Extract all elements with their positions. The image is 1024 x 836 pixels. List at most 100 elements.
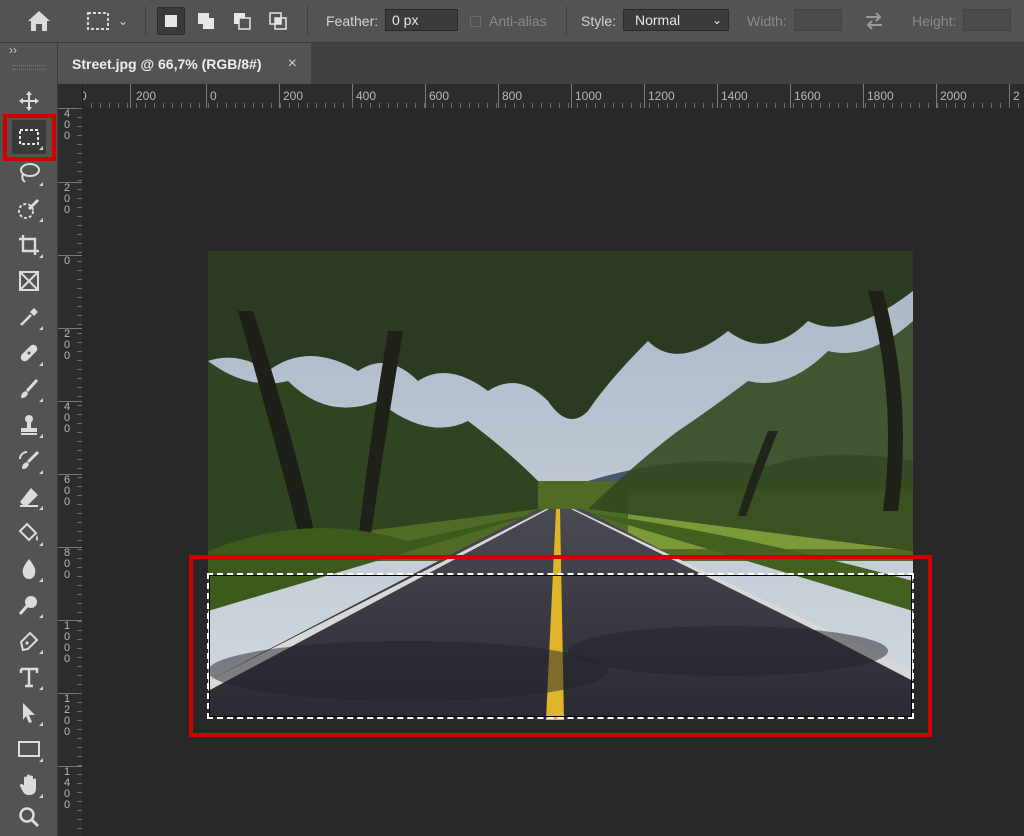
anti-alias-label: Anti-alias	[489, 13, 547, 29]
submenu-indicator	[39, 650, 43, 654]
ruler-label: 200	[283, 89, 304, 103]
submenu-indicator	[39, 434, 43, 438]
rectangle-tool[interactable]	[12, 732, 46, 766]
submenu-indicator	[39, 254, 43, 258]
height-input[interactable]	[963, 9, 1011, 31]
bandage-icon	[20, 344, 38, 362]
paint-bucket-tool[interactable]	[12, 516, 46, 550]
style-select[interactable]: Normal ⌄	[623, 9, 729, 31]
brush-tool[interactable]	[12, 372, 46, 406]
anti-alias-checkbox[interactable]: Anti-alias	[470, 0, 547, 42]
history-brush-tool[interactable]	[12, 444, 46, 478]
submenu-indicator	[39, 398, 43, 402]
tools-panel: ››	[0, 43, 58, 836]
brush-icon	[21, 378, 39, 398]
move-tool[interactable]	[12, 84, 46, 118]
clone-stamp-tool[interactable]	[12, 408, 46, 442]
submenu-indicator	[39, 470, 43, 474]
swap-dimensions-button[interactable]	[863, 0, 885, 42]
options-bar: ⌄ Feather: 0 px Anti-alias Style: Normal…	[0, 0, 1024, 43]
feather-input[interactable]: 0 px	[385, 9, 458, 31]
submenu-indicator	[39, 686, 43, 690]
tool-highlight-box	[3, 114, 56, 161]
separator	[307, 6, 308, 36]
ruler-label: 400	[64, 401, 71, 435]
quick-selection-tool[interactable]	[12, 192, 46, 226]
vertical-ruler[interactable]: 400 200 0 200 400 600 800 1000 1200 1400	[58, 84, 83, 836]
paint-bucket-icon	[18, 522, 38, 542]
add-to-selection-button[interactable]	[192, 7, 220, 35]
rectangle-marquee-icon	[87, 12, 109, 30]
healing-brush-tool[interactable]	[12, 336, 46, 370]
submenu-indicator	[39, 542, 43, 546]
subtract-from-selection-button[interactable]	[228, 7, 256, 35]
zoom-tool[interactable]	[12, 800, 46, 834]
submenu-indicator	[39, 578, 43, 582]
document-tab[interactable]: Street.jpg @ 66,7% (RGB/8#) ×	[58, 43, 311, 84]
width-input[interactable]	[794, 9, 842, 31]
history-brush-icon	[19, 450, 40, 469]
ruler-label: 1200	[648, 89, 675, 103]
swap-arrows-icon	[866, 12, 882, 30]
pen-tool[interactable]	[12, 624, 46, 658]
magnifier-icon	[19, 807, 40, 828]
canvas-area[interactable]	[82, 108, 1024, 836]
marquee-preset-picker[interactable]: ⌄	[86, 0, 128, 42]
ruler-label: 1800	[867, 89, 894, 103]
pen-icon	[19, 631, 39, 652]
quick-selection-icon	[18, 198, 40, 219]
home-icon	[28, 11, 50, 31]
eyedropper-tool[interactable]	[12, 300, 46, 334]
add-selection-icon	[198, 13, 214, 29]
subtract-selection-icon	[234, 13, 251, 30]
frame-icon	[19, 271, 39, 291]
home-button[interactable]	[26, 0, 52, 42]
dodge-tool[interactable]	[12, 588, 46, 622]
ruler-label: 1600	[794, 89, 821, 103]
ruler-tick	[571, 84, 572, 108]
ruler-label: 800	[502, 89, 523, 103]
ruler-label: 600	[64, 474, 71, 508]
move-icon	[19, 91, 39, 111]
ruler-label: 1200	[64, 693, 71, 738]
style-label: Style:	[581, 13, 617, 29]
ruler-label: 400	[64, 108, 71, 142]
ruler-label: 400	[356, 89, 377, 103]
path-selection-tool[interactable]	[12, 696, 46, 730]
ruler-label: 1000	[64, 620, 71, 665]
collapse-panel-button[interactable]: ››	[9, 43, 17, 57]
blur-tool[interactable]	[12, 552, 46, 586]
submenu-indicator	[39, 362, 43, 366]
ruler-label: 200	[64, 328, 71, 362]
arrow-icon	[23, 703, 35, 723]
ruler-tick	[206, 84, 207, 108]
eraser-tool[interactable]	[12, 480, 46, 514]
intersect-selection-button[interactable]	[264, 7, 292, 35]
ruler-label: 1400	[721, 89, 748, 103]
submenu-indicator	[39, 758, 43, 762]
ruler-tick	[644, 84, 645, 108]
horizontal-ruler[interactable]: 0 200 0 200 400 600 800 1000 1200 1400 1…	[82, 84, 1024, 109]
ruler-label: 0	[64, 255, 71, 267]
separator	[145, 6, 146, 36]
ruler-tick	[130, 84, 131, 108]
new-selection-button[interactable]	[157, 7, 185, 35]
ruler-tick	[717, 84, 718, 108]
chevron-down-icon: ⌄	[711, 13, 722, 27]
ruler-label: 200	[136, 89, 157, 103]
ruler-label: 1400	[64, 766, 71, 811]
panel-grip[interactable]	[12, 65, 46, 70]
type-tool[interactable]	[12, 660, 46, 694]
close-icon[interactable]: ×	[288, 55, 297, 73]
lasso-tool[interactable]	[12, 156, 46, 190]
document-title: Street.jpg @ 66,7% (RGB/8#)	[72, 55, 262, 72]
ruler-label: 1000	[575, 89, 602, 103]
hand-tool[interactable]	[12, 768, 46, 802]
submenu-indicator	[39, 506, 43, 510]
frame-tool[interactable]	[12, 264, 46, 298]
ruler-tick	[498, 84, 499, 108]
ruler-label: 600	[429, 89, 450, 103]
crop-tool[interactable]	[12, 228, 46, 262]
checkbox-icon	[470, 15, 481, 27]
rectangle-icon	[18, 741, 40, 757]
